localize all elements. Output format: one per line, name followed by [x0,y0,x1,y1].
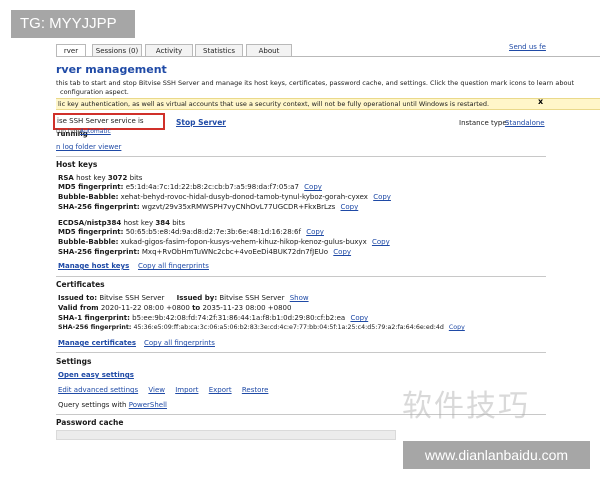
cert-valid-row: Valid from 2020-11-22 08:00 +0800 to 203… [58,304,291,312]
view-settings-button[interactable]: View [148,386,165,394]
cert-sha1-row: SHA-1 fingerprint: b5:ee:9b:42:08:fd:74:… [58,314,368,322]
tg-overlay-label: TG: MYYJJPP [11,10,135,38]
restart-warning-bar: lic key authentication, as well as virtu… [56,98,600,110]
rsa-sha-value: wgzvt/29v35xRMWSPH7vyCNhOvL77UGCDR+FkxBr… [141,203,336,211]
copy-button[interactable]: Copy [333,248,351,256]
rsa-label: RSA [58,174,74,182]
rsa-sha-row: SHA-256 fingerprint: wgzvt/29v35xRMWSPH7… [58,203,358,211]
sha1-value: b5:ee:9b:42:08:fd:74:2f:31:86:44:1a:f8:b… [132,314,346,322]
query-settings-text: Query settings with [58,401,127,409]
certificates-title: Certificates [56,280,105,289]
valid-to-value: 2035-11-23 08:00 +0800 [202,304,292,312]
startup-type-value[interactable]: Automatic [80,128,111,135]
ecdsa-header: ECDSA/nistp384 host key 384 bits [58,219,185,227]
status-text: ise SSH Server service is [57,117,144,125]
issued-by-label: Issued by: [176,294,218,302]
rsa-bb-value: xehat-behyd-rovoc-hidal-dusyb-donod-tamo… [120,193,368,201]
copy-all-cert-fingerprints-button[interactable]: Copy all fingerprints [144,339,215,347]
watermark-text: 软件技巧 [402,389,530,424]
ecdsa-bb-value: xukad-gigos-fasim-fopon-kusys-vehem-kihu… [120,238,367,246]
copy-button[interactable]: Copy [350,314,368,322]
rsa-bits: 3072 [107,174,128,182]
intro-text-2: configuration aspect. [60,88,129,96]
open-easy-settings-button[interactable]: Open easy settings [58,371,134,379]
manage-certificates-button[interactable]: Manage certificates [58,339,136,347]
cert-sha256-row: SHA-256 fingerprint: 45:36:e5:09:ff:ab:c… [58,324,465,331]
ecdsa-bb-row: Bubble-Babble: xukad-gigos-fasim-fopon-k… [58,238,390,246]
show-certificate-button[interactable]: Show [290,294,309,302]
ecdsa-bits: 384 [155,219,170,227]
query-settings-row: Query settings with PowerShell [58,401,167,409]
copy-button[interactable]: Copy [306,228,324,236]
tab-underline [56,56,600,57]
sha1-label: SHA-1 fingerprint: [58,314,130,322]
copy-button[interactable]: Copy [373,193,391,201]
copy-button[interactable]: Copy [341,203,359,211]
import-settings-button[interactable]: Import [175,386,198,394]
page-title: rver management [56,63,167,76]
ecdsa-mid: host key [123,219,154,227]
valid-from-label: Valid from [58,304,99,312]
rsa-md5-label: MD5 fingerprint: [58,183,124,191]
powershell-link[interactable]: PowerShell [129,401,167,409]
site-overlay-label: www.dianlanbaidu.com [403,441,590,469]
export-settings-button[interactable]: Export [209,386,232,394]
ecdsa-sha-value: Mxq+RvObHmTuWNc2cbc+4voEeDi4BUK72dn7fJEU… [141,248,329,256]
copy-button[interactable]: Copy [304,183,322,191]
restore-settings-button[interactable]: Restore [242,386,269,394]
instance-type-value[interactable]: Standalone [505,119,545,127]
copy-button[interactable]: Copy [372,238,390,246]
ecdsa-bits-suffix: bits [172,219,185,227]
valid-to-label: to [192,304,201,312]
send-feedback-link[interactable]: Send us fe [509,43,546,51]
rsa-header: RSA host key 3072 bits [58,174,142,182]
ecdsa-bb-label: Bubble-Babble: [58,238,119,246]
cert-issued-row: Issued to: Bitvise SSH Server Issued by:… [58,294,309,302]
sha256-value: 45:36:e5:09:ff:ab:ca:3c:06:a5:06:b2:83:3… [133,324,444,331]
stop-server-button[interactable]: Stop Server [176,118,226,127]
rsa-bb-label: Bubble-Babble: [58,193,119,201]
password-cache-panel [56,430,396,440]
ecdsa-md5-label: MD5 fingerprint: [58,228,124,236]
ecdsa-md5-row: MD5 fingerprint: 50:65:b5:e8:4d:9a:d8:d2… [58,228,324,236]
intro-text: this tab to start and stop Bitvise SSH S… [56,79,575,87]
issued-to-label: Issued to: [58,294,98,302]
rsa-bb-row: Bubble-Babble: xehat-behyd-rovoc-hidal-d… [58,193,391,201]
ecdsa-label: ECDSA/nistp384 [58,219,122,227]
copy-all-fingerprints-button[interactable]: Copy all fingerprints [138,262,209,270]
rsa-mid: host key [76,174,106,182]
section-divider [56,156,546,157]
warning-text: lic key authentication, as well as virtu… [58,100,490,108]
copy-button[interactable]: Copy [449,324,465,331]
valid-from-value: 2020-11-22 08:00 +0800 [100,304,190,312]
ecdsa-sha-row: SHA-256 fingerprint: Mxq+RvObHmTuWNc2cbc… [58,248,351,256]
rsa-sha-label: SHA-256 fingerprint: [58,203,140,211]
issued-by-value: Bitvise SSH Server [219,294,285,302]
settings-actions: Edit advanced settings View Import Expor… [58,386,268,394]
section-divider [56,352,546,353]
instance-type-label: Instance type: [459,119,509,127]
manage-host-keys-button[interactable]: Manage host keys [58,262,129,270]
ecdsa-md5-value: 50:65:b5:e8:4d:9a:d8:d2:7e:3b:6e:48:1d:1… [125,228,301,236]
log-folder-viewer-link[interactable]: n log folder viewer [56,143,121,151]
sha256-label: SHA-256 fingerprint: [58,324,132,331]
rsa-md5-row: MD5 fingerprint: e5:1d:4a:7c:1d:22:b8:2c… [58,183,322,191]
ecdsa-sha-label: SHA-256 fingerprint: [58,248,140,256]
edit-advanced-settings-button[interactable]: Edit advanced settings [58,386,138,394]
settings-title: Settings [56,357,92,366]
password-cache-title: Password cache [56,418,124,427]
rsa-bits-suffix: bits [129,174,143,182]
section-divider [56,276,546,277]
host-keys-title: Host keys [56,160,98,169]
warning-close-icon[interactable]: x [538,97,546,111]
rsa-md5-value: e5:1d:4a:7c:1d:22:b8:2c:cb:b7:a5:98:da:f… [125,183,299,191]
issued-to-value: Bitvise SSH Server [99,294,165,302]
